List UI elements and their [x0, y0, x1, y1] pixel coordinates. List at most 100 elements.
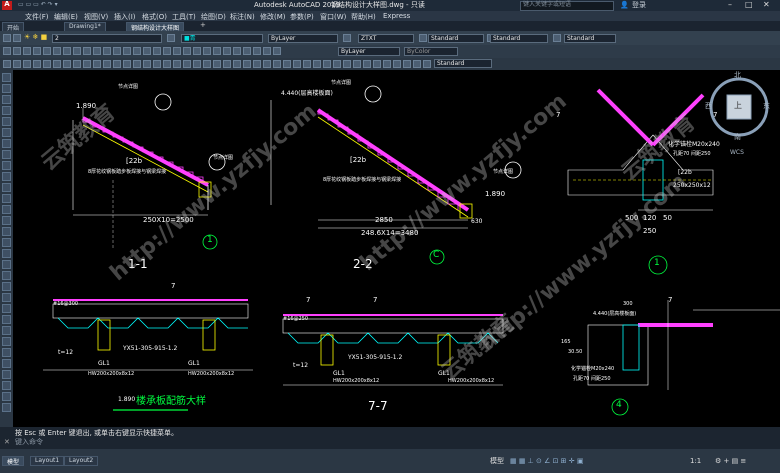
layer-select[interactable]: 2 [52, 34, 162, 43]
left-tool-block[interactable] [2, 183, 11, 192]
toolbar-icon-j[interactable] [153, 47, 161, 55]
toolbar3-icon-m[interactable] [293, 60, 301, 68]
toolbar-icon-o[interactable] [203, 47, 211, 55]
toolbar-icon-l[interactable] [173, 47, 181, 55]
toolbar3-icon-y[interactable] [413, 60, 421, 68]
left-tool-n[interactable] [2, 403, 11, 412]
menu-express[interactable]: Express [383, 12, 410, 20]
status-toggle-icons[interactable]: ▦ ▦ ⊥ ⊙ ∠ ⊡ ⊞ ✛ ▣ [510, 458, 583, 465]
color-select[interactable]: ■青 [181, 34, 263, 43]
search-input[interactable]: 键入关键字或短语 [520, 1, 614, 11]
close-button[interactable]: ✕ [763, 1, 770, 9]
toolbar3-icon-u[interactable] [373, 60, 381, 68]
tab-layout1[interactable]: Layout1 [30, 456, 65, 466]
toolbar3-icon-r[interactable] [343, 60, 351, 68]
drawing-canvas[interactable]: 1.890 节点详图 [22b 8厚花纹钢板踏步板焊接与钢梁焊接 节点详图 25… [13, 70, 780, 427]
left-tool-g[interactable] [2, 326, 11, 335]
toolbar-icon-g[interactable] [123, 47, 131, 55]
left-tool-line[interactable] [2, 73, 11, 82]
left-tool-j[interactable] [2, 359, 11, 368]
toolbar-icon-f[interactable] [113, 47, 121, 55]
add-tab-icon[interactable]: + [200, 22, 206, 29]
copy-icon[interactable] [83, 60, 91, 68]
toolbar-icon-b[interactable] [73, 47, 81, 55]
hatch-icon[interactable] [53, 60, 61, 68]
dim-style-select[interactable]: Standard [428, 34, 484, 43]
layer-state-icon[interactable] [13, 34, 21, 42]
toolbar-icon-a[interactable] [63, 47, 71, 55]
match-properties-icon[interactable] [3, 47, 11, 55]
left-tool-a[interactable] [2, 260, 11, 269]
fillet-icon[interactable] [143, 60, 151, 68]
pan-icon[interactable] [33, 47, 41, 55]
viewcube-top-face[interactable]: 上 [734, 102, 742, 110]
quick-access-icons[interactable]: ▭ ▭ ▭ ↶ ↷ ▾ [18, 2, 58, 8]
left-tool-xline[interactable] [2, 84, 11, 93]
text-icon[interactable] [63, 60, 71, 68]
left-tool-rect[interactable] [2, 117, 11, 126]
circle-icon[interactable] [23, 60, 31, 68]
layer-toggle-icons[interactable]: ☀ ❄ ■ [24, 34, 47, 41]
left-tool-d[interactable] [2, 293, 11, 302]
toolbar3-icon-e[interactable] [213, 60, 221, 68]
command-close-icon[interactable]: ✕ [4, 439, 10, 446]
left-tool-mtext[interactable] [2, 249, 11, 258]
toolbar3-icon-x[interactable] [403, 60, 411, 68]
toolbar3-icon-v[interactable] [383, 60, 391, 68]
left-tool-revcloud[interactable] [2, 150, 11, 159]
settings-icon[interactable]: ⚙ + ▤ ≡ [715, 458, 746, 465]
line-icon[interactable] [3, 60, 11, 68]
left-tool-m[interactable] [2, 392, 11, 401]
toolbar-icon-c[interactable] [83, 47, 91, 55]
linetype2-select[interactable]: ByLayer [338, 47, 400, 56]
toolbar3-icon-g[interactable] [233, 60, 241, 68]
toolbar3-icon-b[interactable] [183, 60, 191, 68]
toolbar-icon-k[interactable] [163, 47, 171, 55]
rectangle-icon[interactable] [43, 60, 51, 68]
user-icon[interactable]: 👤 [620, 2, 629, 9]
left-tool-region[interactable] [2, 227, 11, 236]
toolbar3-icon-c[interactable] [193, 60, 201, 68]
tab-layout2[interactable]: Layout2 [64, 456, 99, 466]
trim-icon[interactable] [123, 60, 131, 68]
polyline-icon[interactable] [13, 60, 21, 68]
left-tool-f[interactable] [2, 315, 11, 324]
left-tool-c[interactable] [2, 282, 11, 291]
annotation-scale[interactable]: 1:1 [690, 458, 701, 465]
toolbar-icon-n[interactable] [193, 47, 201, 55]
maximize-button[interactable]: □ [745, 1, 753, 9]
left-tool-pline[interactable] [2, 95, 11, 104]
toolbar-icon-p[interactable] [213, 47, 221, 55]
left-tool-ellipse[interactable] [2, 172, 11, 181]
left-tool-table[interactable] [2, 238, 11, 247]
toolbar-icon-r[interactable] [233, 47, 241, 55]
properties-icon[interactable] [13, 47, 21, 55]
toolbar-icon-i[interactable] [143, 47, 151, 55]
left-tool-gradient[interactable] [2, 216, 11, 225]
dimension-icon[interactable] [163, 60, 171, 68]
toolbar3-icon-z[interactable] [423, 60, 431, 68]
app-logo-icon[interactable]: A [2, 1, 12, 10]
viewcube-east[interactable]: 东 [763, 103, 770, 110]
toolbar-icon-e[interactable] [103, 47, 111, 55]
toolbar3-icon-s[interactable] [353, 60, 361, 68]
left-tool-point[interactable] [2, 194, 11, 203]
toolbar3-icon-h[interactable] [243, 60, 251, 68]
toolbar3-icon-o[interactable] [313, 60, 321, 68]
model-space-button[interactable]: 模型 [490, 458, 504, 465]
left-tool-arc[interactable] [2, 128, 11, 137]
toolbar-icon-h[interactable] [133, 47, 141, 55]
left-tool-e[interactable] [2, 304, 11, 313]
zoom-icon[interactable] [23, 47, 31, 55]
toolbar3-icon-l[interactable] [283, 60, 291, 68]
extend-icon[interactable] [133, 60, 141, 68]
left-tool-k[interactable] [2, 370, 11, 379]
text-style-select[interactable]: ZTXT [358, 34, 414, 43]
left-tool-h[interactable] [2, 337, 11, 346]
toolbar-icon-u[interactable] [263, 47, 271, 55]
viewcube-north[interactable]: 北 [734, 72, 741, 79]
mleaderstyle-select[interactable]: Standard [434, 59, 492, 68]
zoom-previous-icon[interactable] [53, 47, 61, 55]
toolbar-icon-m[interactable] [183, 47, 191, 55]
zoom-window-icon[interactable] [43, 47, 51, 55]
